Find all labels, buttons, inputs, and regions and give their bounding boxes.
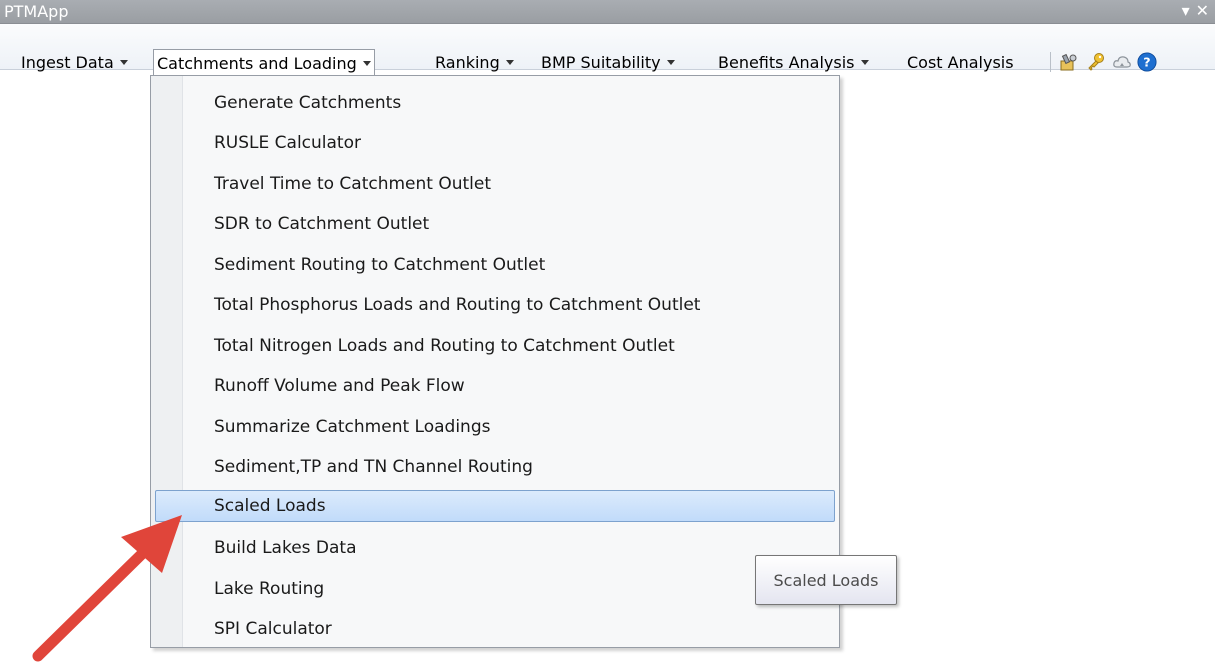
toolbar-separator — [1050, 52, 1051, 72]
key-icon[interactable] — [1086, 52, 1106, 72]
menu-item-rusle-calculator[interactable]: RUSLE Calculator — [155, 127, 835, 159]
tools-icon[interactable] — [1059, 52, 1079, 72]
menu-item-lake-routing[interactable]: Lake Routing — [155, 573, 835, 605]
menu-item-total-nitrogen[interactable]: Total Nitrogen Loads and Routing to Catc… — [155, 330, 835, 362]
menu-ranking[interactable]: Ranking — [432, 49, 517, 75]
menu-label: Cost Analysis — [907, 52, 1014, 72]
menu-item-build-lakes-data[interactable]: Build Lakes Data — [155, 532, 835, 564]
caret-down-icon — [860, 59, 869, 65]
menu-benefits-analysis[interactable]: Benefits Analysis — [715, 49, 872, 75]
menu-label: Catchments and Loading — [157, 53, 357, 73]
menu-cost-analysis[interactable]: Cost Analysis — [904, 49, 1017, 75]
catchments-and-loading-dropdown: Generate Catchments RUSLE Calculator Tra… — [150, 75, 840, 648]
menu-item-summarize-loadings[interactable]: Summarize Catchment Loadings — [155, 411, 835, 443]
menu-item-spi-calculator[interactable]: SPI Calculator — [155, 613, 835, 645]
caret-down-icon — [362, 60, 371, 66]
caret-down-icon — [505, 59, 514, 65]
menu-item-travel-time[interactable]: Travel Time to Catchment Outlet — [155, 168, 835, 200]
arrow-shaft — [32, 542, 154, 662]
menu-item-runoff-volume[interactable]: Runoff Volume and Peak Flow — [155, 370, 835, 402]
cloud-icon[interactable] — [1112, 52, 1132, 72]
window-controls: ▾ ✕ — [1182, 1, 1209, 21]
menu-item-scaled-loads[interactable]: Scaled Loads — [155, 490, 835, 522]
menu-ingest-data[interactable]: Ingest Data — [18, 49, 131, 75]
tooltip: Scaled Loads — [755, 555, 897, 605]
menu-item-generate-catchments[interactable]: Generate Catchments — [155, 87, 835, 119]
caret-down-icon — [119, 59, 128, 65]
menu-label: Benefits Analysis — [718, 52, 855, 72]
menu-label: BMP Suitability — [541, 52, 661, 72]
menu-item-channel-routing[interactable]: Sediment,TP and TN Channel Routing — [155, 451, 835, 483]
svg-text:?: ? — [1143, 55, 1150, 70]
caret-down-icon — [666, 59, 675, 65]
menu-item-sdr[interactable]: SDR to Catchment Outlet — [155, 208, 835, 240]
menu-catchments-and-loading[interactable]: Catchments and Loading — [153, 49, 375, 76]
menu-item-total-phosphorus[interactable]: Total Phosphorus Loads and Routing to Ca… — [155, 289, 835, 321]
window-title: PTMApp — [4, 2, 69, 21]
menu-label: Ranking — [435, 52, 500, 72]
menu-label: Ingest Data — [21, 52, 114, 72]
chevron-down-icon[interactable]: ▾ — [1182, 1, 1190, 21]
close-icon[interactable]: ✕ — [1196, 1, 1209, 21]
menu-item-sediment-routing[interactable]: Sediment Routing to Catchment Outlet — [155, 249, 835, 281]
help-icon[interactable]: ? — [1137, 52, 1157, 72]
menu-bmp-suitability[interactable]: BMP Suitability — [538, 49, 678, 75]
window-titlebar: PTMApp ▾ ✕ — [0, 0, 1215, 24]
